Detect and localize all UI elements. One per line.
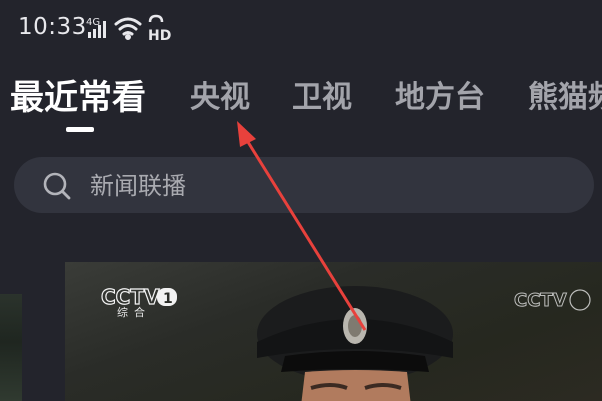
tab-panda[interactable]: 熊猫频: [528, 72, 602, 116]
video-scene-figure: [257, 286, 453, 401]
channel-sub-label: 综合: [117, 306, 151, 319]
hd-label: HD: [148, 28, 171, 42]
status-icons: 4G HD: [86, 14, 171, 42]
channel-preview-strip: CCTV 1 综合 CCTV: [0, 262, 602, 401]
cap-badge-icon: [343, 308, 367, 344]
channel-tabs: 最近常看 央视 卫视 地方台 熊猫频: [0, 62, 602, 142]
tab-recent[interactable]: 最近常看: [10, 70, 146, 119]
tab-local[interactable]: 地方台: [395, 72, 485, 116]
hd-voice-icon: HD: [148, 14, 171, 42]
cctv-watermark-text: CCTV: [514, 290, 567, 311]
active-tab-indicator: [66, 127, 94, 132]
cctv-watermark-logo: CCTV: [514, 289, 591, 312]
tab-satellite[interactable]: 卫视: [292, 72, 352, 116]
channel-number: 1: [163, 291, 173, 307]
search-bar[interactable]: [14, 157, 594, 213]
status-time: 10:33: [18, 14, 87, 40]
previous-channel-card[interactable]: [0, 294, 22, 401]
wifi-icon: [114, 17, 142, 40]
search-input[interactable]: [88, 165, 572, 207]
search-icon: [43, 172, 71, 200]
tab-cctv[interactable]: 央视: [190, 72, 250, 116]
status-bar: 10:33 4G HD: [0, 0, 602, 58]
channel-video-card[interactable]: CCTV 1 综合 CCTV: [65, 262, 602, 401]
